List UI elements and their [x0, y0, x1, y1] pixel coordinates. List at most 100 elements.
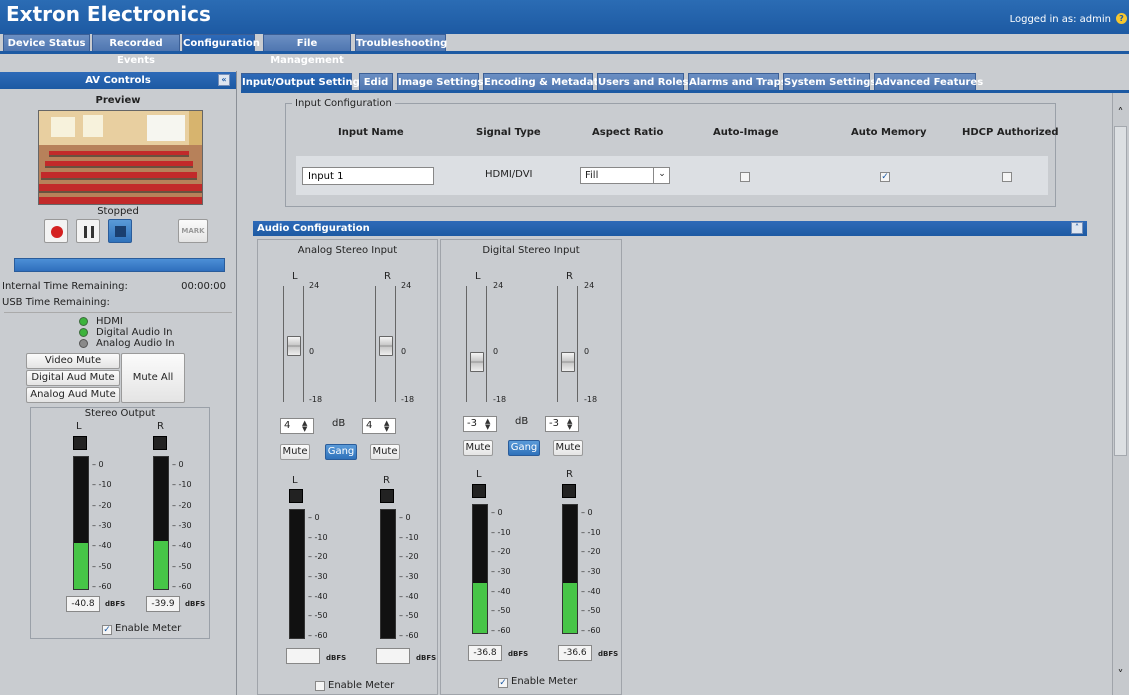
analog-left-mute-button[interactable]: Mute: [280, 444, 310, 460]
meter-scale-tick: – 0: [172, 460, 184, 469]
output-enable-meter-checkbox[interactable]: ✓: [102, 625, 112, 635]
scroll-up-icon[interactable]: ˄: [1112, 106, 1129, 120]
meter-scale-tick: – -40: [92, 541, 112, 551]
digital-right-clip-indicator: [562, 484, 576, 498]
analog-left-fader[interactable]: [287, 336, 301, 356]
digital-enable-meter-checkbox[interactable]: ✓: [498, 678, 508, 688]
meter-scale-tick: – -10: [172, 480, 192, 490]
collapse-icon[interactable]: ˄: [1071, 222, 1083, 234]
meter-scale-tick: – -30: [399, 572, 419, 581]
digital-left-fader[interactable]: [470, 352, 484, 372]
video-mute-button[interactable]: Video Mute: [26, 353, 120, 369]
analog-audio-led: [79, 339, 88, 348]
meter-scale-tick: – -30: [92, 521, 112, 530]
digital-right-mute-button[interactable]: Mute: [553, 440, 583, 456]
output-right-label: R: [157, 421, 164, 432]
digital-left-level: [473, 583, 487, 633]
analog-left-mid: 0: [309, 347, 315, 356]
tab-recorded-events[interactable]: Recorded Events: [92, 34, 180, 66]
stop-icon: [115, 226, 126, 237]
scroll-down-icon[interactable]: ˅: [1112, 668, 1129, 682]
spinner-icon[interactable]: ▲ ▼: [485, 418, 494, 431]
meter-scale-tick: – -50: [308, 611, 328, 621]
tab-edid[interactable]: Edid: [359, 73, 393, 90]
digital-left-db-spinner[interactable]: -3 ▲ ▼: [463, 416, 497, 432]
analog-right-mute-button[interactable]: Mute: [370, 444, 400, 460]
help-icon[interactable]: ?: [1116, 13, 1127, 24]
digital-gang-button[interactable]: Gang: [508, 440, 540, 456]
digital-aud-mute-button[interactable]: Digital Aud Mute: [26, 370, 120, 386]
digital-left-db: -3: [467, 418, 477, 429]
meter-scale-tick: – -60: [491, 626, 511, 635]
header-hdcp-authorized: HDCP Authorized: [962, 127, 1059, 138]
preview-label: Preview: [95, 95, 141, 106]
meter-scale-tick: – 0: [581, 508, 593, 517]
digital-left-fader-scale: [466, 286, 487, 402]
chevron-down-icon[interactable]: ⌄: [653, 167, 670, 184]
record-button[interactable]: [44, 219, 68, 243]
mute-all-button[interactable]: Mute All: [121, 353, 185, 403]
meter-scale-tick: – -10: [308, 532, 328, 542]
analog-right-fader[interactable]: [379, 336, 393, 356]
tab-file-management[interactable]: File Management: [263, 34, 351, 66]
meter-scale-tick: – 0: [399, 513, 411, 522]
login-status: Logged in as: admin: [1009, 14, 1111, 25]
tab-encoding-metadata[interactable]: Encoding & Metadata: [483, 73, 605, 90]
tab-configuration[interactable]: Configuration: [182, 34, 260, 51]
tab-alarms-and-traps[interactable]: Alarms and Traps: [688, 73, 787, 90]
analog-right-top: 24: [401, 281, 412, 290]
auto-memory-checkbox[interactable]: ✓: [880, 172, 890, 182]
meter-scale-tick: – -60: [92, 582, 112, 591]
tab-input-output-settings[interactable]: Input/Output Settings: [241, 73, 366, 90]
digital-right-fader[interactable]: [561, 352, 575, 372]
digital-left-mute-button[interactable]: Mute: [463, 440, 493, 456]
input-name-field[interactable]: [302, 167, 434, 185]
tab-system-settings[interactable]: System Settings: [783, 73, 876, 90]
audio-configuration-header: Audio Configuration: [253, 221, 1087, 236]
spinner-icon[interactable]: ▲ ▼: [384, 420, 393, 433]
spinner-icon[interactable]: ▲ ▼: [567, 418, 576, 431]
spinner-icon[interactable]: ▲ ▼: [302, 420, 311, 433]
digital-db-unit: dB: [515, 416, 529, 427]
meter-scale-tick: – -30: [308, 572, 328, 581]
input-configuration-legend: Input Configuration: [292, 98, 395, 109]
analog-aud-mute-button[interactable]: Analog Aud Mute: [26, 387, 120, 403]
analog-right-db-spinner[interactable]: 4 ▲ ▼: [362, 418, 396, 434]
output-right-clip-indicator: [153, 436, 167, 450]
tab-users-and-roles[interactable]: Users and Roles: [597, 73, 688, 90]
analog-enable-meter-checkbox[interactable]: [315, 681, 325, 691]
tab-troubleshooting[interactable]: Troubleshooting: [355, 34, 447, 51]
hdcp-authorized-checkbox[interactable]: [1002, 172, 1012, 182]
output-left-unit: dBFS: [105, 600, 126, 608]
header-signal-type: Signal Type: [476, 127, 541, 138]
scrollbar-thumb[interactable]: [1114, 126, 1127, 456]
meter-scale-tick: – -20: [172, 500, 192, 510]
analog-gang-button[interactable]: Gang: [325, 444, 357, 460]
analog-title: Analog Stereo Input: [297, 245, 398, 256]
tab-advanced-features[interactable]: Advanced Features: [874, 73, 983, 90]
analog-left-db-spinner[interactable]: 4 ▲ ▼: [280, 418, 314, 434]
analog-left-meter: [289, 509, 305, 639]
meter-scale-tick: – -10: [92, 480, 112, 490]
auto-image-checkbox[interactable]: [740, 172, 750, 182]
analog-enable-meter-label: Enable Meter: [328, 680, 395, 691]
digital-right-unit: dBFS: [598, 650, 619, 658]
digital-right-db-spinner[interactable]: -3 ▲ ▼: [545, 416, 579, 432]
output-left-meter: [73, 456, 89, 590]
stop-button[interactable]: [108, 219, 132, 243]
collapse-icon[interactable]: «: [218, 74, 230, 86]
digital-left-mid: 0: [493, 347, 499, 356]
meter-scale-tick: – -40: [172, 541, 192, 551]
mark-button[interactable]: MARK: [178, 219, 208, 243]
meter-scale-tick: – -40: [581, 586, 601, 596]
digital-right-level: [563, 583, 577, 633]
tab-underline: [0, 51, 1129, 54]
tab-device-status[interactable]: Device Status: [3, 34, 90, 51]
pause-button[interactable]: [76, 219, 100, 243]
meter-scale-tick: – -50: [399, 611, 419, 621]
internal-time-row: Internal Time Remaining: 00:00:00: [2, 281, 230, 292]
meter-scale-tick: – -30: [491, 567, 511, 576]
digital-meter-right-label: R: [566, 469, 573, 480]
tab-image-settings[interactable]: Image Settings: [397, 73, 484, 90]
analog-audio-label: Analog Audio In: [96, 338, 175, 349]
